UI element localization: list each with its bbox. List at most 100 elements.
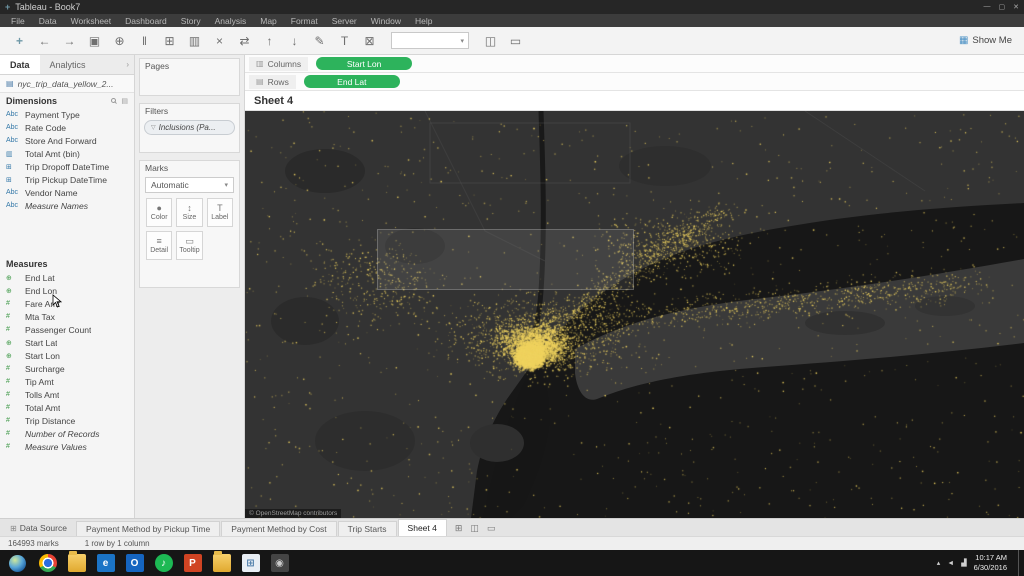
menu-dashboard[interactable]: Dashboard — [118, 16, 174, 26]
menu-window[interactable]: Window — [364, 16, 408, 26]
spotify-taskbar-icon[interactable]: ♪ — [150, 551, 177, 575]
save-button[interactable]: ▣ — [83, 30, 106, 51]
add-data-button[interactable]: ⊕ — [108, 30, 131, 51]
internet-explorer-taskbar-icon[interactable]: e — [92, 551, 119, 575]
fix-axes-button[interactable]: ⊠ — [358, 30, 381, 51]
clear-sheet-button[interactable]: × — [208, 30, 231, 51]
measure-item[interactable]: # Trip Distance — [0, 414, 134, 427]
dimension-item[interactable]: Abc Store And Forward — [0, 134, 134, 147]
measure-item[interactable]: ⊕ Start Lat — [0, 336, 134, 349]
tableau-logo-button[interactable]: + — [8, 30, 31, 51]
menu-server[interactable]: Server — [325, 16, 364, 26]
measure-item[interactable]: # Number of Records — [0, 427, 134, 440]
measure-item[interactable]: ⊕ End Lon — [0, 284, 134, 297]
dimension-item[interactable]: ⊞ Trip Pickup DateTime — [0, 173, 134, 186]
menu-data[interactable]: Data — [32, 16, 64, 26]
menu-help[interactable]: Help — [408, 16, 439, 26]
map-view[interactable]: © OpenStreetMap contributors — [245, 111, 1024, 518]
menu-map[interactable]: Map — [253, 16, 284, 26]
show-me-button[interactable]: ▦ Show Me — [959, 35, 1016, 46]
dimension-item[interactable]: ⊞ Trip Dropoff DateTime — [0, 160, 134, 173]
tab-data[interactable]: Data — [0, 55, 40, 74]
presentation-mode-button[interactable]: ▭ — [504, 30, 527, 51]
measure-item[interactable]: # Tip Amt — [0, 375, 134, 388]
fit-dropdown[interactable]: ▾ — [391, 32, 469, 49]
chrome-taskbar-icon[interactable] — [34, 551, 61, 575]
new-dashboard-button[interactable]: ◫ — [467, 523, 482, 534]
sheet-tab-trip-starts[interactable]: Trip Starts — [337, 521, 397, 536]
close-button[interactable]: ✕ — [1013, 3, 1019, 11]
measure-item[interactable]: # Fare Amt — [0, 297, 134, 310]
search-icon[interactable] — [111, 98, 117, 103]
tab-analytics[interactable]: Analytics — [40, 55, 96, 74]
maximize-button[interactable]: ▢ — [999, 3, 1006, 11]
datasource-item[interactable]: ▤ nyc_trip_data_yellow_2... — [0, 75, 134, 93]
mark-type-dropdown[interactable]: Automatic ▾ — [145, 177, 234, 193]
powerpoint-taskbar-icon[interactable]: P — [179, 551, 206, 575]
measure-item[interactable]: # Surcharge — [0, 362, 134, 375]
size-button[interactable]: ↕ Size — [176, 198, 203, 227]
menu-story[interactable]: Story — [174, 16, 208, 26]
tooltip-button[interactable]: ▭ Tooltip — [176, 231, 203, 260]
show-cards-button[interactable]: ◫ — [479, 30, 502, 51]
sheet-tab-payment-method-by-cost[interactable]: Payment Method by Cost — [221, 521, 337, 536]
filter-pill[interactable]: ▽ Inclusions (Pa... — [144, 120, 235, 135]
pause-updates-button[interactable]: ‖ — [133, 30, 156, 51]
pane-collapse-icon[interactable]: › — [121, 55, 134, 74]
duplicate-sheet-button[interactable]: ▥ — [183, 30, 206, 51]
tableau-taskbar-icon[interactable]: ⊞ — [237, 551, 264, 575]
view-menu-icon[interactable]: ▤ — [121, 97, 128, 105]
filters-card[interactable]: Filters ▽ Inclusions (Pa... — [139, 103, 240, 153]
outlook-taskbar-icon[interactable]: O — [121, 551, 148, 575]
measure-item[interactable]: # Mta Tax — [0, 310, 134, 323]
label-button[interactable]: T Label — [206, 198, 233, 227]
sheet-tab-payment-method-by-pickup-time[interactable]: Payment Method by Pickup Time — [75, 521, 221, 536]
dimensions-header[interactable]: Dimensions ▤ — [0, 93, 134, 108]
dimension-item[interactable]: Abc Payment Type — [0, 108, 134, 121]
dimension-item[interactable]: Abc Measure Names — [0, 199, 134, 212]
rows-pill[interactable]: End Lat — [303, 75, 400, 88]
measure-item[interactable]: # Total Amt — [0, 401, 134, 414]
pages-card[interactable]: Pages — [139, 58, 240, 96]
menu-format[interactable]: Format — [284, 16, 325, 26]
detail-button[interactable]: ≡ Detail — [146, 231, 173, 260]
tab-data-source[interactable]: ⊞ Data Source — [2, 520, 75, 536]
sheet-tab-sheet-4[interactable]: Sheet 4 — [397, 519, 447, 536]
taskbar-clock[interactable]: 10:17 AM 6/30/2016 — [974, 553, 1011, 573]
measure-item[interactable]: # Tolls Amt — [0, 388, 134, 401]
measure-item[interactable]: ⊕ End Lat — [0, 271, 134, 284]
new-worksheet-button[interactable]: ⊞ — [452, 523, 466, 534]
redo-button[interactable]: → — [58, 30, 81, 51]
menu-analysis[interactable]: Analysis — [208, 16, 254, 26]
camera-taskbar-icon[interactable]: ◉ — [266, 551, 293, 575]
dimension-item[interactable]: ▥ Total Amt (bin) — [0, 147, 134, 160]
measures-header[interactable]: Measures — [0, 256, 134, 271]
rows-shelf[interactable]: ▤ Rows End Lat — [245, 73, 1024, 91]
columns-pill[interactable]: Start Lon — [316, 57, 413, 70]
minimize-button[interactable]: — — [984, 3, 991, 11]
start-button[interactable] — [2, 551, 32, 575]
measure-item[interactable]: # Passenger Count — [0, 323, 134, 336]
undo-button[interactable]: ← — [33, 30, 56, 51]
volume-icon[interactable]: ◄ — [947, 560, 954, 567]
sort-ascending-button[interactable]: ↑ — [258, 30, 281, 51]
show-mark-labels-button[interactable]: T — [333, 30, 356, 51]
network-icon[interactable]: ▟ — [961, 559, 966, 567]
measure-item[interactable]: # Measure Values — [0, 440, 134, 453]
menu-worksheet[interactable]: Worksheet — [64, 16, 118, 26]
highlight-button[interactable]: ✎ — [308, 30, 331, 51]
dimension-item[interactable]: Abc Vendor Name — [0, 186, 134, 199]
menu-file[interactable]: File — [4, 16, 32, 26]
folder-taskbar-icon[interactable] — [208, 551, 235, 575]
file-explorer-taskbar-icon[interactable] — [63, 551, 90, 575]
show-desktop-button[interactable] — [1018, 550, 1022, 576]
new-story-button[interactable]: ▭ — [484, 523, 499, 534]
color-button[interactable]: ● Color — [146, 198, 173, 227]
sort-descending-button[interactable]: ↓ — [283, 30, 306, 51]
dimension-item[interactable]: Abc Rate Code — [0, 121, 134, 134]
swap-axes-button[interactable]: ⇄ — [233, 30, 256, 51]
new-worksheet-button[interactable]: ⊞ — [158, 30, 181, 51]
measure-item[interactable]: ⊕ Start Lon — [0, 349, 134, 362]
columns-shelf[interactable]: ▥ Columns Start Lon — [245, 55, 1024, 73]
hidden-icons-icon[interactable]: ▴ — [937, 559, 941, 567]
